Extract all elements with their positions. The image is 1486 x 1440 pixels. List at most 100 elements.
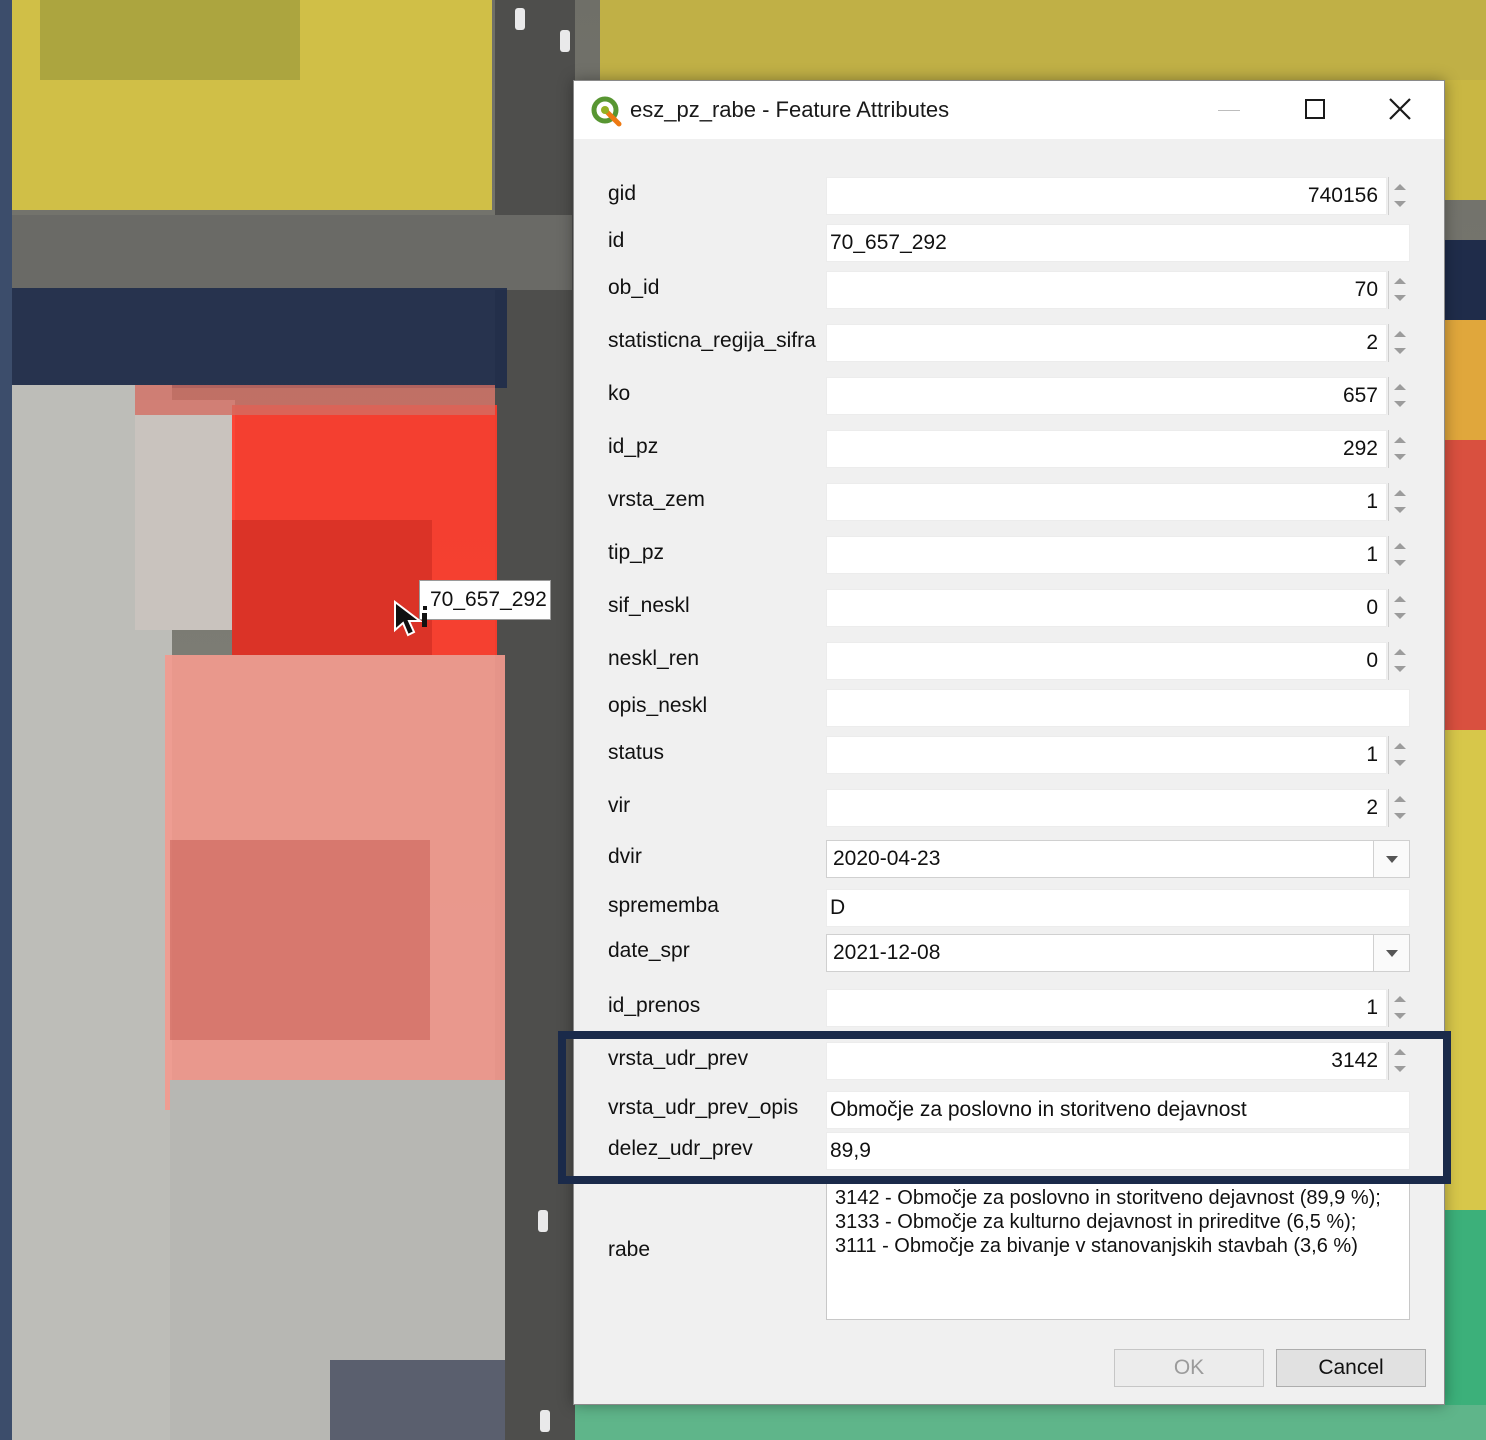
neskl_ren-spinbox[interactable]: 0 bbox=[826, 642, 1387, 680]
feature-attributes-dialog: esz_pz_rabe - Feature Attributes gid 7401… bbox=[573, 80, 1445, 1405]
zone-green-bottom bbox=[575, 1405, 1486, 1440]
id_prenos-spinbox[interactable]: 1 bbox=[826, 989, 1387, 1027]
rabe-textarea[interactable]: 3142 - Območje za poslovno in storitveno… bbox=[826, 1183, 1410, 1320]
chevron-down-icon bbox=[1386, 856, 1398, 863]
car bbox=[560, 30, 570, 52]
spin-up-icon[interactable] bbox=[1394, 543, 1406, 549]
ko-spinbox[interactable]: 657 bbox=[826, 377, 1387, 415]
dialog-titlebar[interactable]: esz_pz_rabe - Feature Attributes bbox=[574, 81, 1444, 139]
zone-yellow-right bbox=[1445, 80, 1486, 200]
spin-up-icon[interactable] bbox=[1394, 384, 1406, 390]
ob_id-spinner-arrows[interactable] bbox=[1388, 271, 1410, 309]
opis_neskl-text-field[interactable] bbox=[826, 689, 1410, 727]
cancel-button[interactable]: Cancel bbox=[1276, 1349, 1426, 1387]
roof-dark-bottom bbox=[330, 1360, 505, 1440]
spin-down-icon[interactable] bbox=[1394, 201, 1406, 207]
field-label-ob_id: ob_id bbox=[608, 276, 660, 299]
spin-down-icon[interactable] bbox=[1394, 348, 1406, 354]
vir-spinner-arrows[interactable] bbox=[1388, 789, 1410, 827]
spin-down-icon[interactable] bbox=[1394, 507, 1406, 513]
vrsta_zem-spinbox[interactable]: 1 bbox=[826, 483, 1387, 521]
field-label-status: status bbox=[608, 741, 665, 764]
vrsta_zem-spinner-arrows[interactable] bbox=[1388, 483, 1410, 521]
sif_neskl-spinner-arrows[interactable] bbox=[1388, 589, 1410, 627]
statisticna_regija_sifra-spinner-arrows[interactable] bbox=[1388, 324, 1410, 362]
zone-yellow-right-low bbox=[1445, 730, 1486, 1210]
zone-pink-dark bbox=[170, 840, 430, 1040]
zone-yellow-topright bbox=[600, 0, 1486, 80]
date_spr-date-field[interactable]: 2021-12-08 bbox=[826, 934, 1410, 972]
ob_id-spinbox[interactable]: 70 bbox=[826, 271, 1387, 309]
spin-down-icon[interactable] bbox=[1394, 760, 1406, 766]
zone-pink-top bbox=[135, 385, 495, 415]
spin-down-icon[interactable] bbox=[1394, 560, 1406, 566]
spin-down-icon[interactable] bbox=[1394, 1013, 1406, 1019]
ko-spinner-arrows[interactable] bbox=[1388, 377, 1410, 415]
field-label-id_prenos: id_prenos bbox=[608, 994, 701, 1017]
gid-spinner-arrows[interactable] bbox=[1388, 177, 1410, 215]
vir-spinbox[interactable]: 2 bbox=[826, 789, 1387, 827]
spin-up-icon[interactable] bbox=[1394, 490, 1406, 496]
minimize-icon bbox=[1218, 110, 1240, 111]
ok-button[interactable]: OK bbox=[1114, 1349, 1264, 1387]
sif_neskl-spinbox[interactable]: 0 bbox=[826, 589, 1387, 627]
car bbox=[515, 8, 525, 30]
tip_pz-spinner-arrows[interactable] bbox=[1388, 536, 1410, 574]
car bbox=[540, 1410, 550, 1432]
statisticna_regija_sifra-spinbox[interactable]: 2 bbox=[826, 324, 1387, 362]
spin-up-icon[interactable] bbox=[1394, 278, 1406, 284]
id-text-field[interactable]: 70_657_292 bbox=[826, 224, 1410, 262]
minimize-button[interactable] bbox=[1186, 81, 1272, 139]
tip_pz-spinbox[interactable]: 1 bbox=[826, 536, 1387, 574]
maximize-icon bbox=[1305, 99, 1325, 119]
sprememba-text-field[interactable]: D bbox=[826, 889, 1410, 927]
field-label-sif_neskl: sif_neskl bbox=[608, 594, 690, 617]
field-label-tip_pz: tip_pz bbox=[608, 541, 665, 564]
neskl_ren-spinner-arrows[interactable] bbox=[1388, 642, 1410, 680]
field-label-rabe: rabe bbox=[608, 1238, 651, 1261]
spin-down-icon[interactable] bbox=[1394, 813, 1406, 819]
close-button[interactable] bbox=[1358, 81, 1444, 139]
map-left-edge bbox=[0, 0, 12, 1440]
field-label-sprememba: sprememba bbox=[608, 894, 719, 917]
spin-down-icon[interactable] bbox=[1394, 295, 1406, 301]
zone-red-right bbox=[1445, 440, 1486, 730]
field-label-neskl_ren: neskl_ren bbox=[608, 647, 700, 670]
highlight-box bbox=[558, 1031, 1451, 1184]
spin-down-icon[interactable] bbox=[1394, 454, 1406, 460]
spin-down-icon[interactable] bbox=[1394, 666, 1406, 672]
field-label-vir: vir bbox=[608, 794, 631, 817]
spin-up-icon[interactable] bbox=[1394, 996, 1406, 1002]
spin-up-icon[interactable] bbox=[1394, 596, 1406, 602]
zone-orange-right bbox=[1445, 320, 1486, 440]
car bbox=[538, 1210, 548, 1232]
id_prenos-spinner-arrows[interactable] bbox=[1388, 989, 1410, 1027]
id_pz-spinner-arrows[interactable] bbox=[1388, 430, 1410, 468]
status-spinbox[interactable]: 1 bbox=[826, 736, 1387, 774]
spin-up-icon[interactable] bbox=[1394, 796, 1406, 802]
chevron-down-icon bbox=[1386, 950, 1398, 957]
field-label-id_pz: id_pz bbox=[608, 435, 659, 458]
road-horizontal bbox=[12, 215, 572, 290]
calendar-dropdown-button[interactable] bbox=[1373, 841, 1409, 877]
status-spinner-arrows[interactable] bbox=[1388, 736, 1410, 774]
calendar-dropdown-button[interactable] bbox=[1373, 935, 1409, 971]
id_pz-spinbox[interactable]: 292 bbox=[826, 430, 1387, 468]
field-label-ko: ko bbox=[608, 382, 631, 405]
spin-up-icon[interactable] bbox=[1394, 184, 1406, 190]
dvir-date-field[interactable]: 2020-04-23 bbox=[826, 840, 1410, 878]
spin-down-icon[interactable] bbox=[1394, 613, 1406, 619]
field-label-opis_neskl: opis_neskl bbox=[608, 694, 708, 717]
field-label-vrsta_zem: vrsta_zem bbox=[608, 488, 705, 511]
spin-up-icon[interactable] bbox=[1394, 437, 1406, 443]
date_spr-date-value: 2021-12-08 bbox=[833, 941, 941, 964]
field-label-statisticna_regija_sifra: statisticna_regija_sifra bbox=[608, 329, 816, 352]
spin-up-icon[interactable] bbox=[1394, 649, 1406, 655]
gid-spinbox[interactable]: 740156 bbox=[826, 177, 1387, 215]
maximize-button[interactable] bbox=[1272, 81, 1358, 139]
dvir-date-value: 2020-04-23 bbox=[833, 847, 941, 870]
spin-down-icon[interactable] bbox=[1394, 401, 1406, 407]
spin-up-icon[interactable] bbox=[1394, 331, 1406, 337]
field-label-dvir: dvir bbox=[608, 845, 642, 868]
spin-up-icon[interactable] bbox=[1394, 743, 1406, 749]
